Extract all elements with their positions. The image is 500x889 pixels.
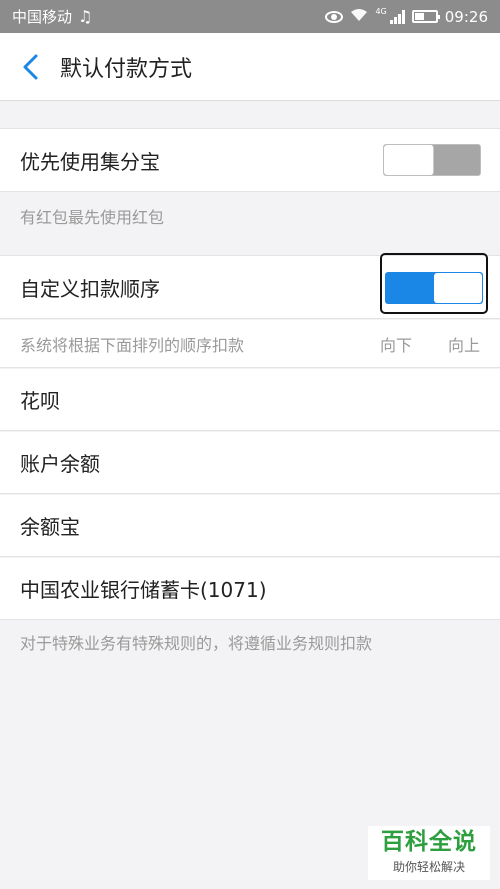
status-time: 09:26	[444, 7, 488, 26]
order-hint-text: 系统将根据下面排列的顺序扣款	[20, 335, 245, 355]
sort-actions: 向下 向上	[380, 332, 480, 356]
network-badge: 4G	[375, 7, 387, 16]
payment-method-item[interactable]: 花呗	[0, 369, 500, 431]
status-left: 中国移动 ♫	[12, 6, 92, 27]
page-title: 默认付款方式	[60, 56, 193, 82]
watermark-main: 百科全说	[381, 829, 477, 855]
move-up-button[interactable]: 向上	[448, 332, 480, 356]
points-toggle[interactable]	[383, 144, 481, 176]
payment-method-item[interactable]: 中国农业银行储蓄卡(1071)	[0, 558, 500, 620]
highlight-box	[380, 253, 488, 314]
payment-method-label: 余额宝	[20, 515, 80, 539]
header-bar: 默认付款方式	[0, 33, 500, 101]
payment-method-label: 花呗	[20, 389, 60, 413]
payment-method-label: 账户余额	[20, 452, 100, 476]
wifi-icon	[350, 8, 368, 26]
move-down-button[interactable]: 向下	[380, 332, 412, 356]
status-right: 4G 09:26	[325, 7, 488, 26]
order-hint-row: 系统将根据下面排列的顺序扣款 向下 向上	[0, 320, 500, 368]
carrier-name: 中国移动	[12, 8, 73, 26]
signal-icon	[389, 9, 405, 24]
toggle-knob	[384, 145, 434, 175]
payment-method-item[interactable]: 余额宝	[0, 495, 500, 557]
payment-method-label: 中国农业银行储蓄卡(1071)	[20, 578, 267, 602]
status-bar: 中国移动 ♫ 4G 09:26	[0, 0, 500, 33]
payment-method-item[interactable]: 账户余额	[0, 432, 500, 494]
points-hint: 有红包最先使用红包	[0, 192, 500, 240]
footer-note-text: 对于特殊业务有特殊规则的，将遵循业务规则扣款	[20, 634, 373, 653]
eye-icon	[325, 10, 344, 23]
back-button[interactable]	[0, 33, 60, 101]
watermark-logo: 百科全说 助你轻松解决	[368, 826, 490, 880]
chevron-left-icon	[23, 54, 38, 79]
watermark-sub: 助你轻松解决	[392, 860, 465, 874]
battery-icon	[411, 10, 440, 23]
footer-note: 对于特殊业务有特殊规则的，将遵循业务规则扣款	[0, 621, 500, 663]
music-note-icon: ♫	[78, 7, 93, 26]
points-hint-text: 有红包最先使用红包	[20, 208, 165, 227]
